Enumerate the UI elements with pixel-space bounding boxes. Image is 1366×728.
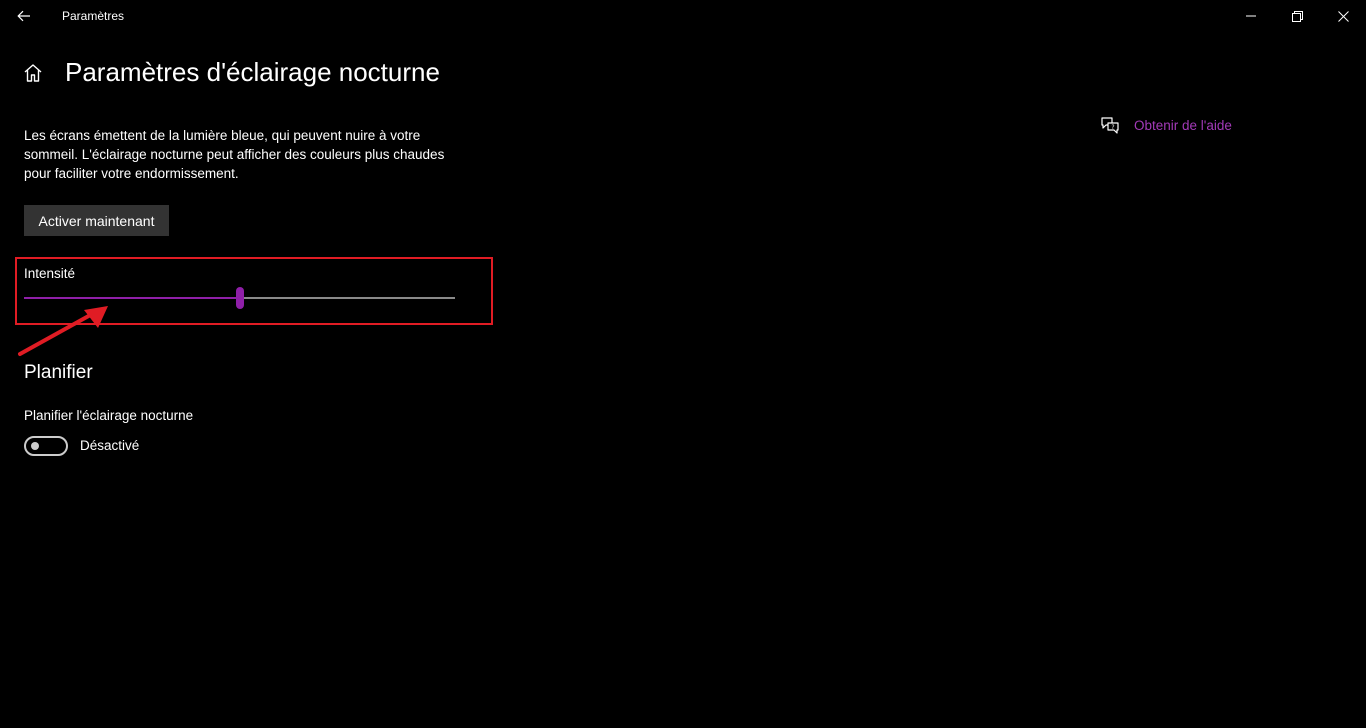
restore-icon [1291,10,1303,22]
intensity-slider-thumb[interactable] [235,287,244,309]
help-chat-icon: ? [1101,117,1119,134]
svg-text:?: ? [1111,124,1114,131]
home-icon [24,64,42,82]
app-title: Paramètres [62,9,125,23]
schedule-night-light-label: Planifier l'éclairage nocturne [24,408,194,423]
toggle-knob [31,442,39,450]
close-button[interactable] [1320,0,1366,32]
minimize-icon [1246,15,1256,17]
schedule-section-title: Planifier [24,362,93,383]
night-light-description: Les écrans émettent de la lumière bleue,… [24,128,445,181]
minimize-button[interactable] [1228,0,1274,32]
close-icon [1337,10,1349,22]
annotation-arrow-icon [18,306,108,356]
intensity-slider-fill [24,297,240,299]
activate-now-button[interactable]: Activer maintenant [24,205,169,236]
get-help-link[interactable]: ? Obtenir de l'aide [1100,116,1232,134]
title-bar: Paramètres [0,0,1366,32]
page-title: Paramètres d'éclairage nocturne [65,57,440,87]
get-help-label: Obtenir de l'aide [1134,117,1232,133]
back-arrow-icon [17,10,30,22]
intensity-slider[interactable] [24,287,455,309]
home-button[interactable] [22,62,46,86]
toggle-state-label: Désactivé [80,438,140,453]
back-button[interactable] [8,2,40,30]
restore-button[interactable] [1274,0,1320,32]
schedule-toggle[interactable] [24,436,68,456]
intensity-label: Intensité [24,266,76,281]
